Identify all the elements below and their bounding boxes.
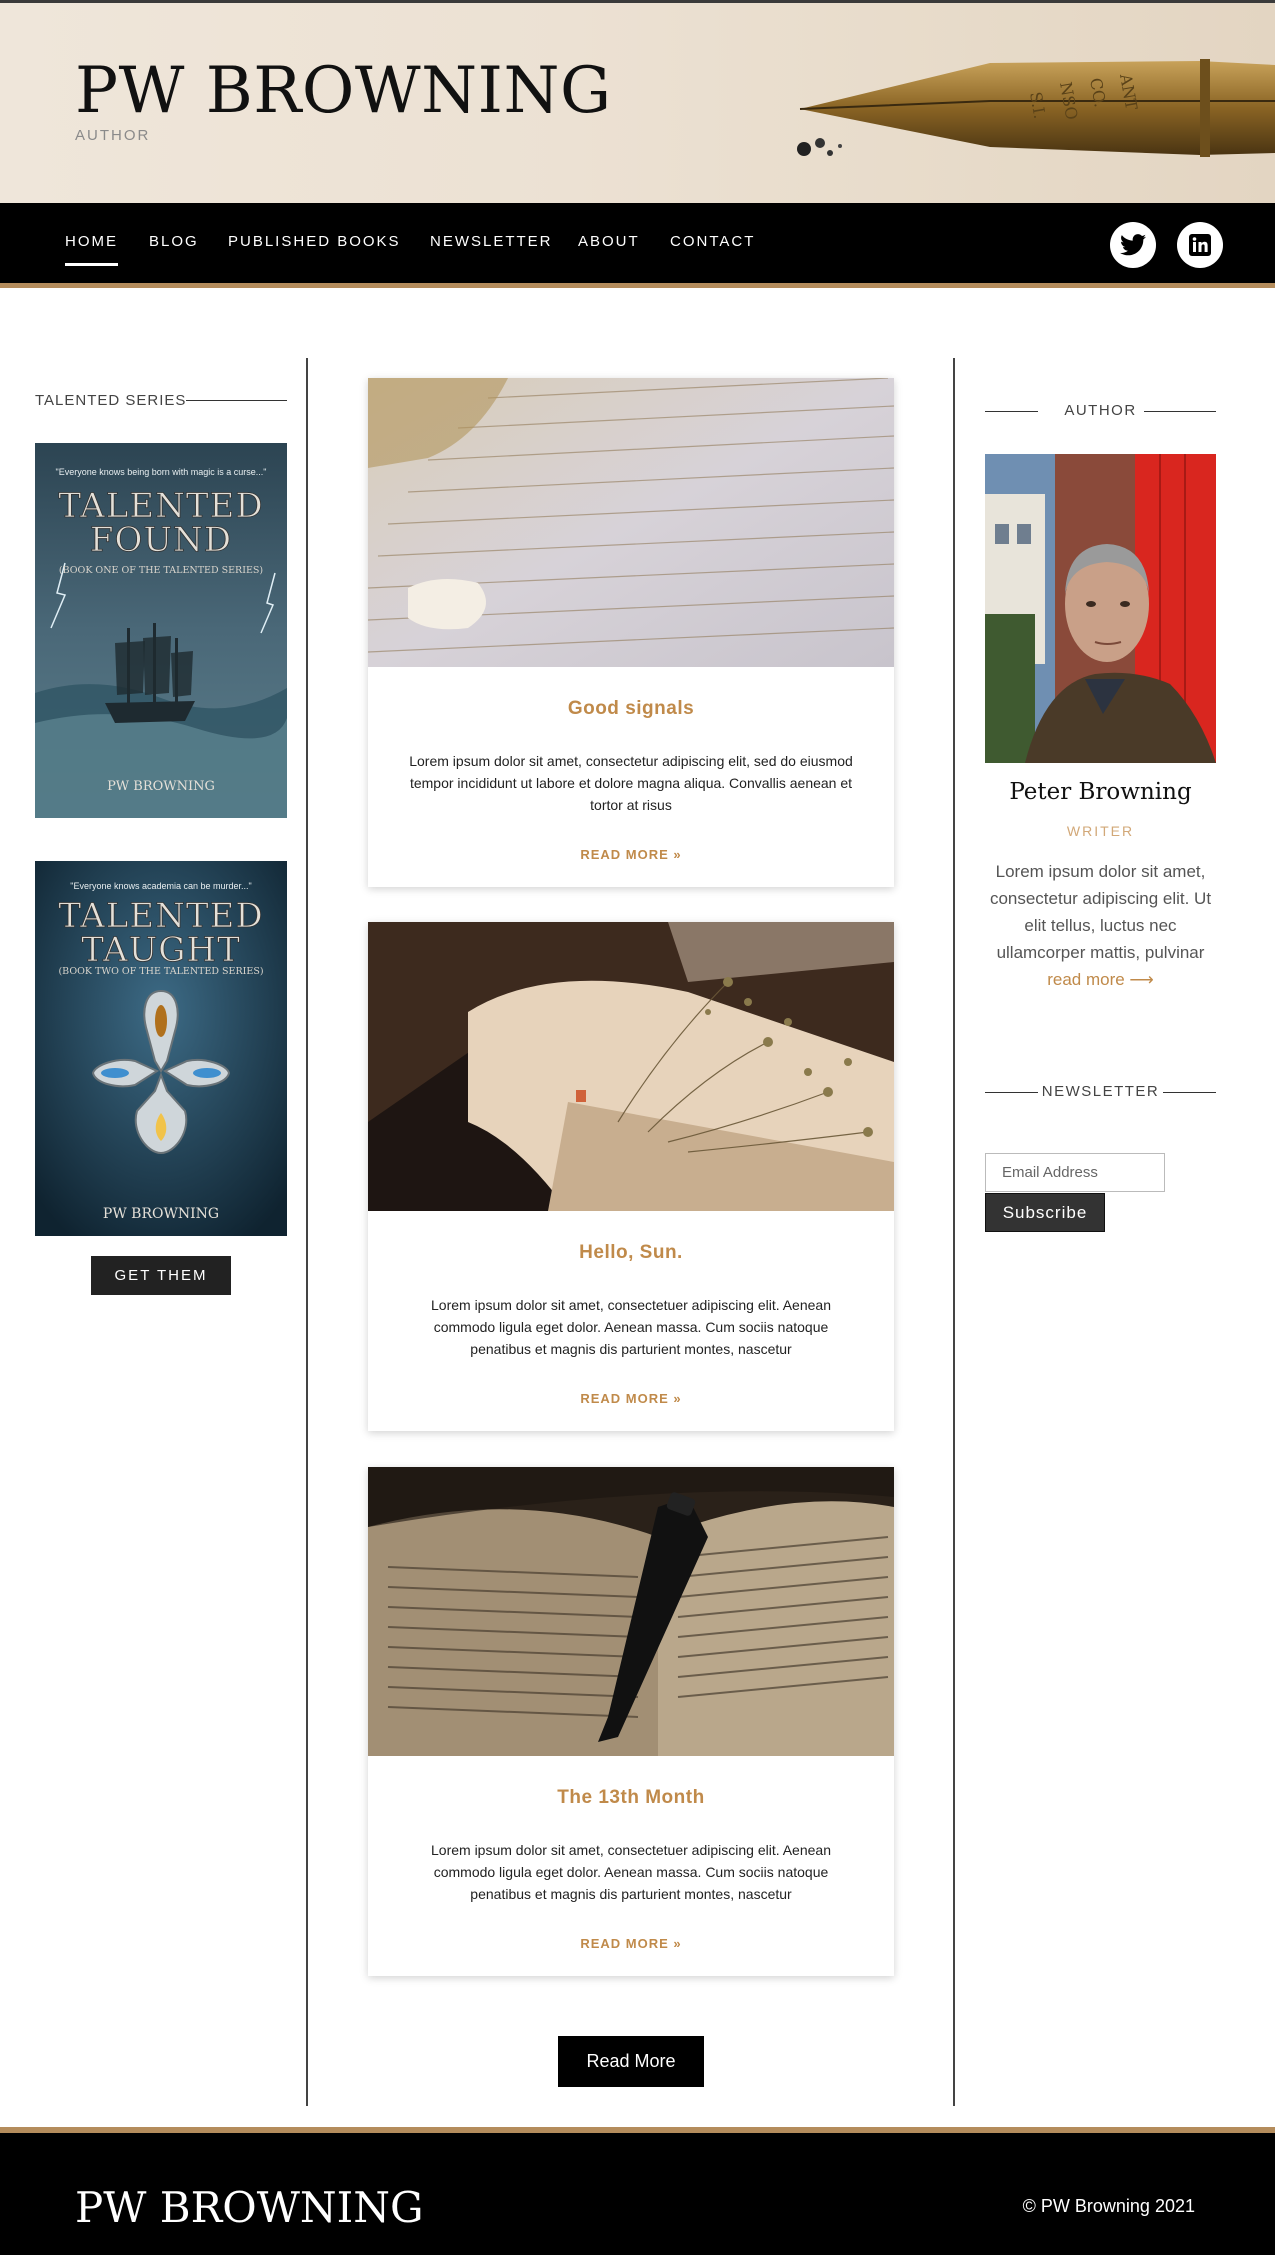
series-heading: TALENTED SERIES [35, 392, 187, 409]
author-bio: Lorem ipsum dolor sit amet, consectetur … [985, 858, 1216, 993]
read-more-link[interactable]: READ MORE » [368, 1391, 894, 1406]
post-title[interactable]: The 13th Month [368, 1787, 894, 1809]
heading-rule [186, 400, 287, 401]
blog-post-card: Hello, Sun. Lorem ipsum dolor sit amet, … [368, 922, 894, 1431]
post-thumbnail-open-book-pen[interactable] [368, 1467, 894, 1756]
site-tagline: AUTHOR [75, 127, 151, 144]
subscribe-button[interactable]: Subscribe [985, 1193, 1105, 1232]
post-excerpt: Lorem ipsum dolor sit amet, consectetuer… [431, 1297, 831, 1357]
nav-divider [0, 283, 1275, 288]
post-title[interactable]: Hello, Sun. [368, 1242, 894, 1264]
nav-published-books[interactable]: PUBLISHED BOOKS [228, 233, 401, 250]
site-title[interactable]: PW BROWNING [75, 59, 612, 123]
site-footer: PW BROWNING © PW Browning 2021 [0, 2133, 1275, 2255]
post-thumbnail-dried-flowers[interactable] [368, 922, 894, 1211]
post-thumbnail-manuscript[interactable] [368, 378, 894, 667]
author-photo[interactable] [985, 454, 1216, 763]
heading-rule [1144, 411, 1216, 412]
email-field[interactable] [985, 1153, 1165, 1192]
book-2-author: PW BROWNING [103, 1206, 219, 1222]
book-2-tagline: "Everyone knows academia can be murder..… [70, 881, 251, 891]
main-nav: HOME BLOG PUBLISHED BOOKS NEWSLETTER ABO… [0, 203, 1275, 283]
blog-post-card: Good signals Lorem ipsum dolor sit amet,… [368, 378, 894, 887]
post-excerpt: Lorem ipsum dolor sit amet, consectetuer… [431, 1842, 831, 1902]
nav-about[interactable]: ABOUT [578, 233, 640, 250]
heading-rule [1163, 1092, 1216, 1093]
post-excerpt: Lorem ipsum dolor sit amet, consectetur … [409, 753, 853, 813]
author-read-more-link[interactable]: read more ⟶ [1047, 970, 1154, 989]
book-2-title-line2: TAUGHT [81, 930, 241, 970]
nav-contact[interactable]: CONTACT [670, 233, 755, 250]
fountain-pen-image: S.I. NSO CO. ANT [797, 59, 1275, 157]
read-more-link[interactable]: READ MORE » [368, 1936, 894, 1951]
linkedin-icon [1189, 234, 1211, 256]
book-cover-talented-found[interactable]: "Everyone knows being born with magic is… [35, 443, 287, 818]
heading-rule [985, 411, 1038, 412]
book-1-subtitle: (BOOK ONE OF THE TALENTED SERIES) [59, 565, 263, 576]
book-1-title-line2: FOUND [90, 520, 232, 560]
book-cover-talented-taught[interactable]: "Everyone knows academia can be murder..… [35, 861, 287, 1236]
twitter-icon [1120, 234, 1146, 256]
blog-post-card: The 13th Month Lorem ipsum dolor sit ame… [368, 1467, 894, 1976]
twitter-button[interactable] [1110, 222, 1156, 268]
load-more-button[interactable]: Read More [558, 2036, 704, 2087]
author-name: Peter Browning [1009, 779, 1192, 805]
read-more-link[interactable]: READ MORE » [368, 847, 894, 862]
heading-rule [985, 1092, 1038, 1093]
book-2-subtitle: (BOOK TWO OF THE TALENTED SERIES) [58, 966, 263, 977]
get-them-button[interactable]: GET THEM [91, 1256, 231, 1295]
post-title[interactable]: Good signals [368, 698, 894, 720]
author-role: WRITER [1066, 823, 1135, 839]
author-bio-text: Lorem ipsum dolor sit amet, consectetur … [989, 862, 1212, 962]
left-column-divider [306, 358, 308, 2106]
nav-home[interactable]: HOME [65, 233, 118, 266]
right-column-divider [953, 358, 955, 2106]
footer-title[interactable]: PW BROWNING [75, 2187, 424, 2229]
linkedin-button[interactable] [1177, 222, 1223, 268]
book-1-author: PW BROWNING [107, 779, 215, 794]
nav-newsletter[interactable]: NEWSLETTER [430, 233, 553, 250]
footer-copyright: © PW Browning 2021 [1022, 2196, 1195, 2216]
nav-blog[interactable]: BLOG [149, 233, 199, 250]
site-header: PW BROWNING AUTHOR S.I. NSO CO. ANT [0, 3, 1275, 203]
book-1-tagline: "Everyone knows being born with magic is… [56, 467, 267, 477]
